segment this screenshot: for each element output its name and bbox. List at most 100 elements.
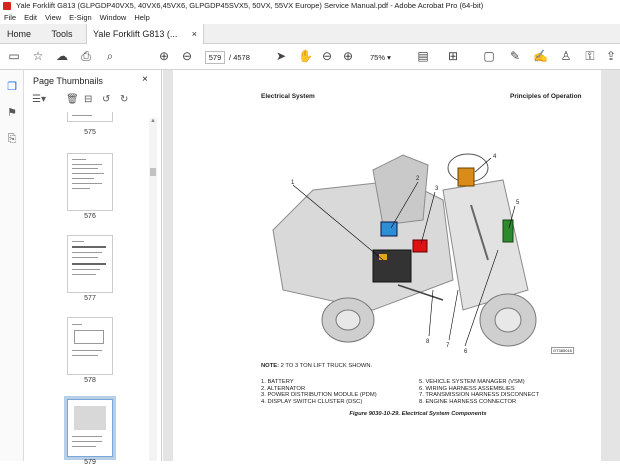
scrollbar-thumb[interactable]	[150, 168, 156, 176]
thumbnail-text-line	[72, 324, 82, 325]
menu-edit[interactable]: Edit	[20, 12, 41, 24]
print-icon[interactable]: ⎙	[79, 49, 93, 63]
thumbnails-toolbar: ☰▾ 🗑 ⊟ ↺ ↻	[24, 92, 162, 110]
menu-file[interactable]: File	[0, 12, 20, 24]
highlight-pen-icon[interactable]: ✎	[508, 49, 522, 63]
draw-icon[interactable]: ✍	[533, 49, 548, 63]
zoom-in-icon[interactable]: ⊕	[341, 49, 355, 63]
rotate-counterclockwise-icon[interactable]: ↺	[102, 94, 110, 105]
thumbnail-label-577: 577	[84, 295, 96, 302]
scroll-up-arrow-icon[interactable]: ▲	[149, 118, 157, 124]
tab-document[interactable]: Yale Forklift G813 (... ×	[86, 24, 204, 45]
bookmarks-icon[interactable]: ⚑	[5, 106, 19, 120]
thumbnail-text-line	[72, 436, 102, 437]
thumbnail-text-line	[72, 115, 92, 116]
tab-document-label: Yale Forklift G813 (...	[93, 29, 178, 39]
legend-item: 3. POWER DISTRIBUTION MODULE (PDM)	[261, 392, 377, 398]
page-number-input[interactable]: 579	[205, 51, 225, 64]
zoom-level[interactable]: 75% ▾	[370, 51, 391, 64]
previous-page-icon[interactable]: ⊕	[157, 49, 171, 63]
thumbnail-page-576[interactable]	[67, 153, 113, 211]
menu-bar: File Edit View E-Sign Window Help	[0, 12, 620, 24]
rotate-clockwise-icon[interactable]: ↻	[120, 94, 128, 105]
thumbnail-page-579[interactable]	[64, 396, 116, 460]
thumbnail-label-578: 578	[84, 377, 96, 384]
callout-5: 5	[516, 200, 520, 206]
thumbnail-text-line	[72, 441, 102, 442]
thumbnails-panel-title: Page Thumbnails	[33, 76, 103, 86]
main-toolbar: ▭ ☆ ☁ ⎙ ⌕ ⊕ ⊖ 579 / 4578 ➤ ✋ ⊖ ⊕ 75% ▾ ▤…	[0, 44, 620, 70]
menu-window[interactable]: Window	[96, 12, 131, 24]
thumbnail-page-577[interactable]	[67, 235, 113, 293]
fill-sign-icon[interactable]: ⚿	[583, 49, 597, 63]
thumbnail-text-line	[72, 241, 84, 242]
comment-icon[interactable]: ▢	[482, 49, 496, 63]
forklift-illustration	[253, 110, 573, 360]
thumbnail-illustration	[74, 406, 106, 430]
page-header-left: Electrical System	[261, 93, 315, 100]
acrobat-app-icon	[3, 2, 11, 10]
menu-help[interactable]: Help	[130, 12, 153, 24]
thumbnail-text-line	[72, 164, 102, 165]
save-icon[interactable]: ▭	[7, 49, 21, 63]
menu-view[interactable]: View	[41, 12, 65, 24]
search-icon[interactable]: ⌕	[103, 49, 117, 63]
tab-tools[interactable]: Tools	[42, 24, 82, 44]
legend-item: 4. DISPLAY SWITCH CLUSTER (DSC)	[261, 398, 363, 405]
tab-home[interactable]: Home	[0, 24, 38, 44]
thumbnail-text-line	[72, 257, 98, 258]
thumbnail-page-578[interactable]	[67, 317, 113, 375]
page-thumbnails-icon[interactable]: ❐	[5, 80, 19, 94]
note-text: 2 TO 3 TON LIFT TRUCK SHOWN.	[280, 363, 373, 369]
attachments-icon[interactable]: ⎘	[5, 132, 19, 146]
thumbnail-text-line	[72, 355, 98, 356]
thumbnail-page-575[interactable]	[67, 112, 113, 122]
thumbnails-scrollbar[interactable]: ▲	[149, 118, 157, 461]
page-layout-icon[interactable]: ⊞	[446, 49, 460, 63]
legend-left: 1. BATTERY 2. ALTERNATOR 3. POWER DISTRI…	[261, 379, 377, 405]
tab-close-icon[interactable]: ×	[192, 24, 197, 44]
zoom-out-icon[interactable]: ⊖	[320, 49, 334, 63]
share-icon[interactable]: ⇪	[604, 49, 618, 63]
close-panel-icon[interactable]: ×	[142, 74, 148, 85]
legend-right: 5. VEHICLE SYSTEM MANAGER (VSM) 6. WIRIN…	[419, 379, 539, 405]
figure-note: NOTE: 2 TO 3 TON LIFT TRUCK SHOWN.	[261, 363, 372, 369]
thumbnail-text-line	[72, 178, 94, 179]
left-navigation-rail: ❐ ⚑ ⎘	[0, 70, 24, 461]
upload-cloud-icon[interactable]: ☁	[55, 49, 69, 63]
hand-tool-icon[interactable]: ✋	[298, 49, 313, 63]
page-separator: /	[229, 53, 232, 62]
scroll-mode-icon[interactable]: ▤	[416, 49, 430, 63]
bookmark-star-icon[interactable]: ☆	[31, 49, 45, 63]
thumbnail-label-579: 579	[84, 459, 96, 466]
legend-item: 7. TRANSMISSION HARNESS DISCONNECT	[419, 392, 540, 398]
figure-id: GT385016	[551, 347, 574, 354]
stamp-icon[interactable]: ♙	[559, 49, 573, 63]
zoom-value: 75%	[370, 53, 386, 62]
thumbnail-text-line	[72, 173, 104, 174]
note-label: NOTE:	[261, 363, 280, 369]
window-title: Yale Forklift G813 (GLPGDP40VX5, 40VX6,4…	[16, 1, 484, 10]
tab-bar: Home Tools Yale Forklift G813 (... ×	[0, 24, 620, 45]
delete-page-icon[interactable]: 🗑	[66, 94, 79, 105]
page-total: / 4578	[229, 51, 250, 64]
callout-8: 8	[426, 339, 430, 345]
page-header-right: Principles of Operation	[510, 93, 582, 100]
menu-esign[interactable]: E-Sign	[65, 12, 96, 24]
thumbnail-text-line	[72, 246, 106, 248]
thumbnail-text-line	[72, 183, 102, 184]
page-thumbnails-panel: Page Thumbnails × ☰▾ 🗑 ⊟ ↺ ↻ ▲ 575 576 5…	[24, 70, 162, 466]
callout-1: 1	[291, 180, 295, 186]
thumbnail-text-line	[72, 446, 96, 447]
callout-4: 4	[493, 154, 497, 160]
thumbnail-text-line	[72, 159, 86, 160]
thumbnail-text-line	[72, 350, 102, 351]
document-viewer[interactable]: Electrical System Principles of Operatio…	[163, 70, 620, 461]
figure-caption: Figure 9030-10-29. Electrical System Com…	[349, 411, 487, 417]
thumbnail-text-line	[72, 168, 98, 169]
options-menu-icon[interactable]: ☰▾	[32, 94, 46, 105]
next-page-icon[interactable]: ⊖	[180, 49, 194, 63]
callout-2: 2	[416, 176, 420, 182]
insert-page-icon[interactable]: ⊟	[84, 94, 92, 105]
select-cursor-icon[interactable]: ➤	[274, 49, 288, 63]
